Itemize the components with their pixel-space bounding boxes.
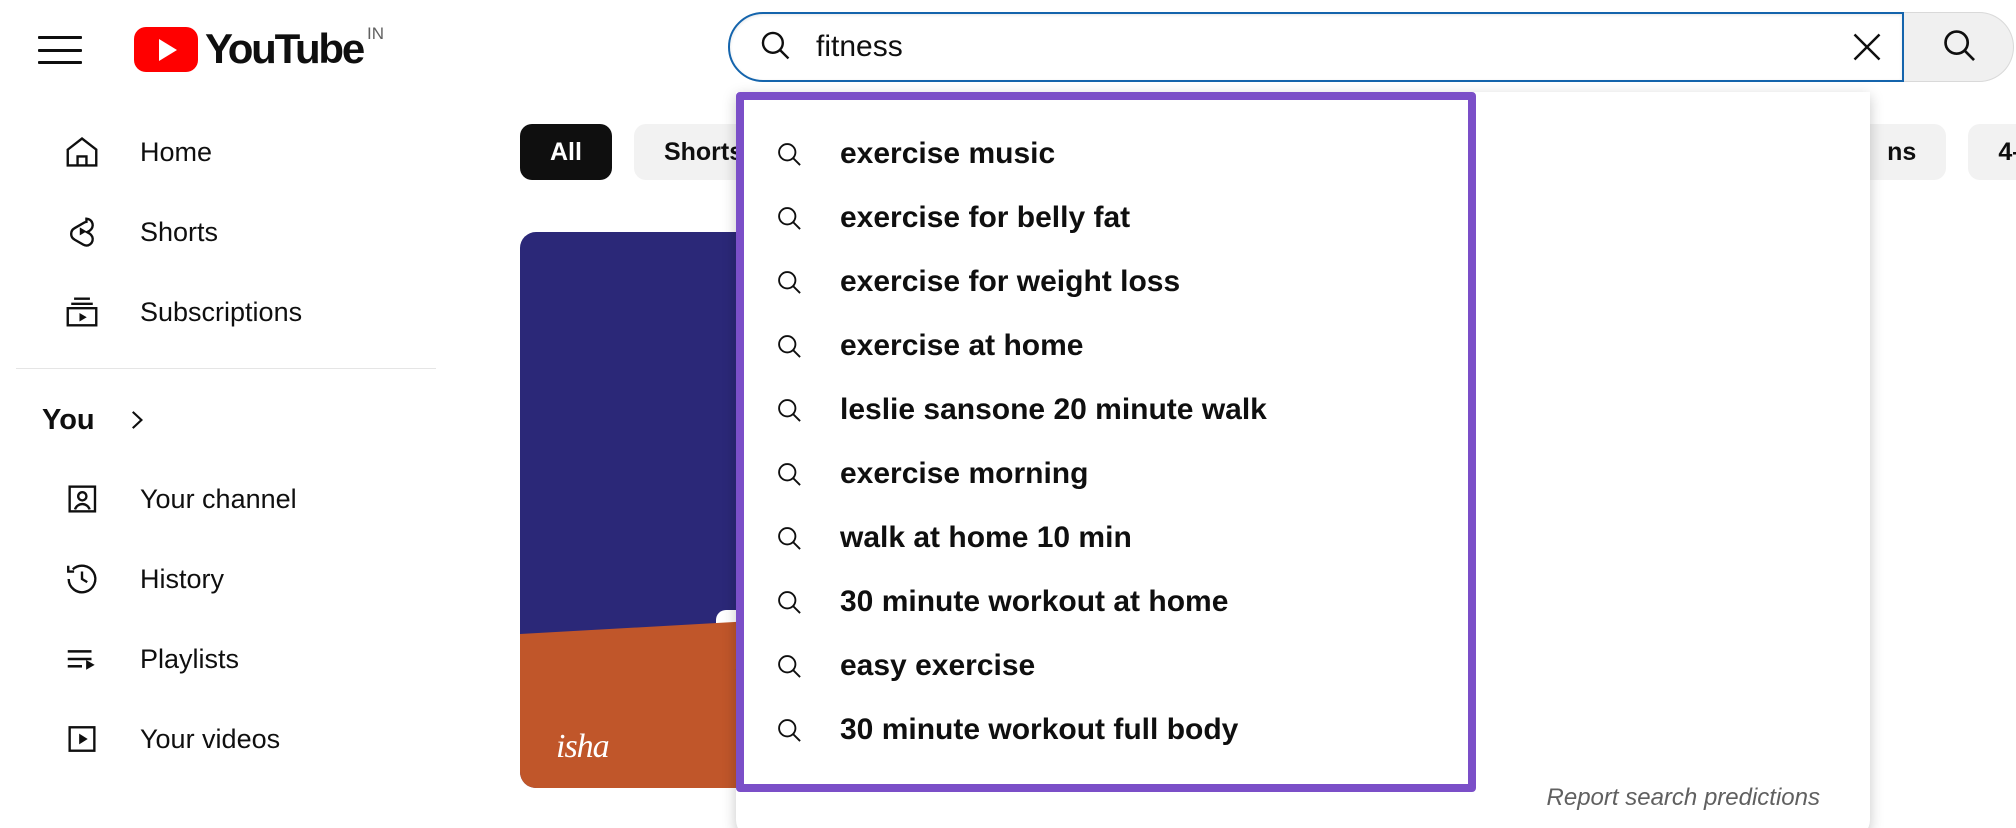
sidebar-item-label: History bbox=[140, 563, 225, 594]
chevron-right-icon bbox=[123, 407, 149, 433]
search-icon bbox=[772, 716, 806, 744]
search-icon bbox=[772, 140, 806, 168]
subscriptions-icon bbox=[58, 293, 106, 331]
hamburger-line bbox=[38, 48, 82, 52]
search-icon bbox=[772, 652, 806, 680]
sidebar-section-you[interactable]: You bbox=[0, 381, 460, 459]
filter-chip-all[interactable]: All bbox=[520, 124, 612, 180]
hamburger-line bbox=[38, 61, 82, 64]
hamburger-line bbox=[38, 36, 82, 39]
search-input[interactable] bbox=[816, 25, 1836, 69]
sidebar-item-your-videos[interactable]: Your videos bbox=[16, 699, 444, 779]
filter-chip-partial-2[interactable]: 4–20 bbox=[1968, 124, 2016, 180]
list-item[interactable]: exercise music bbox=[736, 122, 1870, 186]
suggestions-list: exercise music exercise for belly fat ex… bbox=[736, 92, 1870, 768]
sidebar-section-label: You bbox=[42, 403, 95, 436]
your-channel-icon bbox=[58, 480, 106, 518]
sidebar-item-label: Your videos bbox=[140, 723, 281, 754]
sidebar-item-your-channel[interactable]: Your channel bbox=[16, 459, 444, 539]
search-icon bbox=[758, 28, 792, 67]
sidebar-item-label: Shorts bbox=[140, 216, 219, 247]
youtube-logo[interactable]: YouTube IN bbox=[134, 22, 384, 76]
search-icon bbox=[1940, 26, 1978, 69]
home-icon bbox=[58, 133, 106, 171]
shorts-icon bbox=[58, 213, 106, 251]
sidebar-item-label: Playlists bbox=[140, 643, 240, 674]
search-icon bbox=[772, 204, 806, 232]
suggestion-text: exercise morning bbox=[840, 457, 1089, 490]
playlists-icon bbox=[58, 640, 106, 678]
list-item[interactable]: exercise morning bbox=[736, 442, 1870, 506]
sidebar-item-playlists[interactable]: Playlists bbox=[16, 619, 444, 699]
close-x-icon[interactable] bbox=[1836, 16, 1898, 78]
sidebar-item-subscriptions[interactable]: Subscriptions bbox=[16, 272, 444, 352]
sidebar-item-history[interactable]: History bbox=[16, 539, 444, 619]
sidebar-divider bbox=[16, 368, 436, 369]
suggestion-text: 30 minute workout full body bbox=[840, 713, 1239, 746]
suggestion-text: exercise at home bbox=[840, 329, 1084, 362]
sidebar-item-label: Your channel bbox=[140, 483, 297, 514]
sidebar-item-shorts[interactable]: Shorts bbox=[16, 192, 444, 272]
suggestion-text: easy exercise bbox=[840, 649, 1036, 682]
search-input-container[interactable] bbox=[728, 12, 1904, 82]
list-item[interactable]: walk at home 10 min bbox=[736, 506, 1870, 570]
search-suggestions-dropdown: exercise music exercise for belly fat ex… bbox=[736, 92, 1870, 828]
filter-chip-partial-1[interactable]: ns bbox=[1857, 124, 1947, 180]
search-icon bbox=[772, 396, 806, 424]
suggestion-text: exercise for belly fat bbox=[840, 201, 1131, 234]
list-item[interactable]: exercise for belly fat bbox=[736, 186, 1870, 250]
list-item[interactable]: leslie sansone 20 minute walk bbox=[736, 378, 1870, 442]
search-icon bbox=[772, 268, 806, 296]
sidebar-item-home[interactable]: Home bbox=[16, 112, 444, 192]
search-icon bbox=[772, 524, 806, 552]
suggestion-text: exercise music bbox=[840, 137, 1056, 170]
search-icon bbox=[772, 588, 806, 616]
suggestion-text: walk at home 10 min bbox=[840, 521, 1132, 554]
search-submit-button[interactable] bbox=[1904, 12, 2014, 82]
list-item[interactable]: 30 minute workout full body bbox=[736, 698, 1870, 762]
hamburger-menu-icon[interactable] bbox=[38, 32, 82, 68]
list-item[interactable]: exercise at home bbox=[736, 314, 1870, 378]
youtube-logo-text: YouTube bbox=[205, 25, 365, 72]
report-search-predictions-link[interactable]: Report search predictions bbox=[1547, 784, 1820, 812]
youtube-play-icon bbox=[134, 27, 198, 72]
suggestion-text: leslie sansone 20 minute walk bbox=[840, 393, 1267, 426]
search-icon bbox=[772, 460, 806, 488]
suggestions-footer: Report search predictions bbox=[736, 768, 1870, 828]
search-icon bbox=[772, 332, 806, 360]
list-item[interactable]: exercise for weight loss bbox=[736, 250, 1870, 314]
your-videos-icon bbox=[58, 720, 106, 758]
suggestion-text: exercise for weight loss bbox=[840, 265, 1181, 298]
sidebar-item-label: Home bbox=[140, 136, 213, 167]
country-code-label: IN bbox=[367, 24, 385, 43]
history-clock-icon bbox=[58, 560, 106, 598]
list-item[interactable]: 30 minute workout at home bbox=[736, 570, 1870, 634]
top-header-bar: YouTube IN bbox=[0, 0, 2016, 104]
sidebar-item-label: Subscriptions bbox=[140, 296, 303, 327]
search-bar bbox=[728, 12, 2014, 82]
suggestion-text: 30 minute workout at home bbox=[840, 585, 1229, 618]
isha-brand-logo: isha bbox=[556, 728, 610, 765]
list-item[interactable]: easy exercise bbox=[736, 634, 1870, 698]
youtube-search-page: YouTube IN fitness Home Shorts Subscript… bbox=[0, 0, 2016, 828]
sidebar-navigation: Home Shorts Subscriptions You Your chann… bbox=[0, 104, 460, 828]
